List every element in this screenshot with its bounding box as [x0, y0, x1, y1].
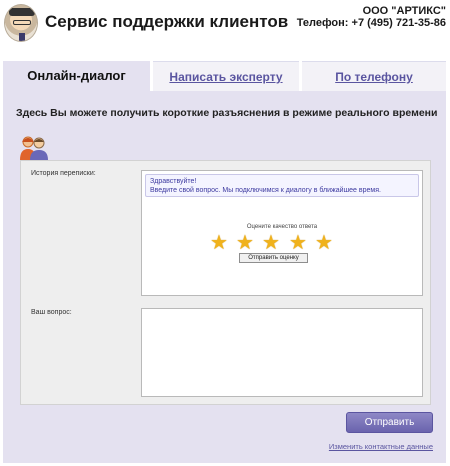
tab-online-dialog[interactable]: Онлайн-диалог — [3, 61, 150, 91]
rating-stars: ★ ★ ★ ★ ★ — [210, 233, 350, 253]
page-title: Сервис поддержки клиентов — [45, 12, 289, 31]
tab-by-phone[interactable]: По телефону — [302, 61, 446, 91]
send-button[interactable]: Отправить — [346, 412, 433, 433]
greeting-line-2: Введите свой вопрос. Мы подключимся к ди… — [150, 187, 381, 194]
change-contacts-link[interactable]: Изменить контактные данные — [329, 442, 433, 451]
star-icon[interactable]: ★ — [289, 233, 307, 253]
header: Сервис поддержки клиентов ООО "АРТИКС" Т… — [0, 0, 450, 58]
star-icon[interactable]: ★ — [262, 233, 280, 253]
star-icon[interactable]: ★ — [236, 233, 254, 253]
rating-prompt: Оцените качество ответа — [246, 224, 318, 230]
star-icon[interactable]: ★ — [210, 233, 228, 253]
company-info: ООО "АРТИКС" Телефон: +7 (495) 721-35-86 — [297, 5, 446, 29]
intro-text: Здесь Вы можете получить короткие разъяс… — [16, 107, 438, 119]
company-phone: Телефон: +7 (495) 721-35-86 — [296, 17, 446, 29]
company-name: ООО "АРТИКС" — [362, 5, 446, 17]
star-icon[interactable]: ★ — [315, 233, 333, 253]
support-agent-logo-icon — [4, 4, 38, 42]
question-input[interactable] — [141, 308, 423, 397]
tab-bar: Онлайн-диалог Написать эксперту По телеф… — [3, 61, 446, 91]
users-icon — [20, 136, 48, 160]
greeting-line-1: Здравствуйте! — [150, 178, 197, 185]
greeting-message: Здравствуйте! Введите свой вопрос. Мы по… — [145, 174, 419, 197]
submit-rating-button[interactable]: Отправить оценку — [239, 253, 308, 263]
tab-write-expert[interactable]: Написать эксперту — [153, 61, 299, 91]
history-label: История переписки: — [31, 170, 96, 177]
chat-history[interactable]: Здравствуйте! Введите свой вопрос. Мы по… — [141, 170, 423, 296]
question-label: Ваш вопрос: — [31, 309, 72, 316]
